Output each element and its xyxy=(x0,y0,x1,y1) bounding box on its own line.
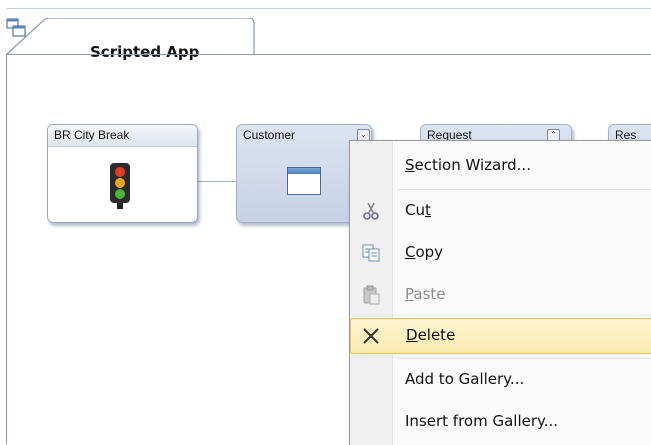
menu-item-label: Cut xyxy=(405,201,431,219)
tabstrip-top-rule xyxy=(6,8,651,9)
traffic-light-icon xyxy=(110,163,130,209)
menu-item-cut[interactable]: Cut xyxy=(350,193,651,229)
node-title: BR City Break xyxy=(48,125,197,147)
tab-label: Scripted App xyxy=(90,43,200,61)
canvas-border xyxy=(6,55,7,444)
form-window-icon xyxy=(287,167,321,195)
menu-item-label: Delete xyxy=(406,326,456,344)
tab-scripted-app[interactable]: Scripted App xyxy=(6,18,256,61)
menu-item-label: Copy xyxy=(405,243,444,261)
menu-item-insert-from-gallery[interactable]: Insert from Gallery... xyxy=(350,404,651,440)
app-window-icon xyxy=(6,18,26,37)
menu-item-delete[interactable]: Delete xyxy=(350,318,651,354)
menu-item-label: Section Wizard... xyxy=(405,156,531,174)
delete-x-icon xyxy=(363,328,379,344)
menu-item-label: Insert from Gallery... xyxy=(405,412,559,430)
menu-item-add-to-gallery[interactable]: Add to Gallery... xyxy=(350,362,651,398)
menu-item-label: Paste xyxy=(405,285,446,303)
scissors-icon xyxy=(363,202,379,220)
menu-item-paste[interactable]: Paste xyxy=(350,277,651,313)
menu-item-section-wizard[interactable]: Section Wizard... xyxy=(350,148,651,184)
document-tabstrip: Scripted App xyxy=(0,0,651,61)
copy-icon xyxy=(362,244,380,262)
menu-separator xyxy=(398,189,651,191)
tab-baseline xyxy=(6,54,651,55)
paste-icon xyxy=(363,285,380,305)
menu-item-copy[interactable]: Copy xyxy=(350,235,651,271)
menu-item-label: Add to Gallery... xyxy=(405,370,525,388)
menu-separator xyxy=(398,358,651,360)
context-menu: Section Wizard... Cut Copy Paste Delete … xyxy=(349,140,651,445)
